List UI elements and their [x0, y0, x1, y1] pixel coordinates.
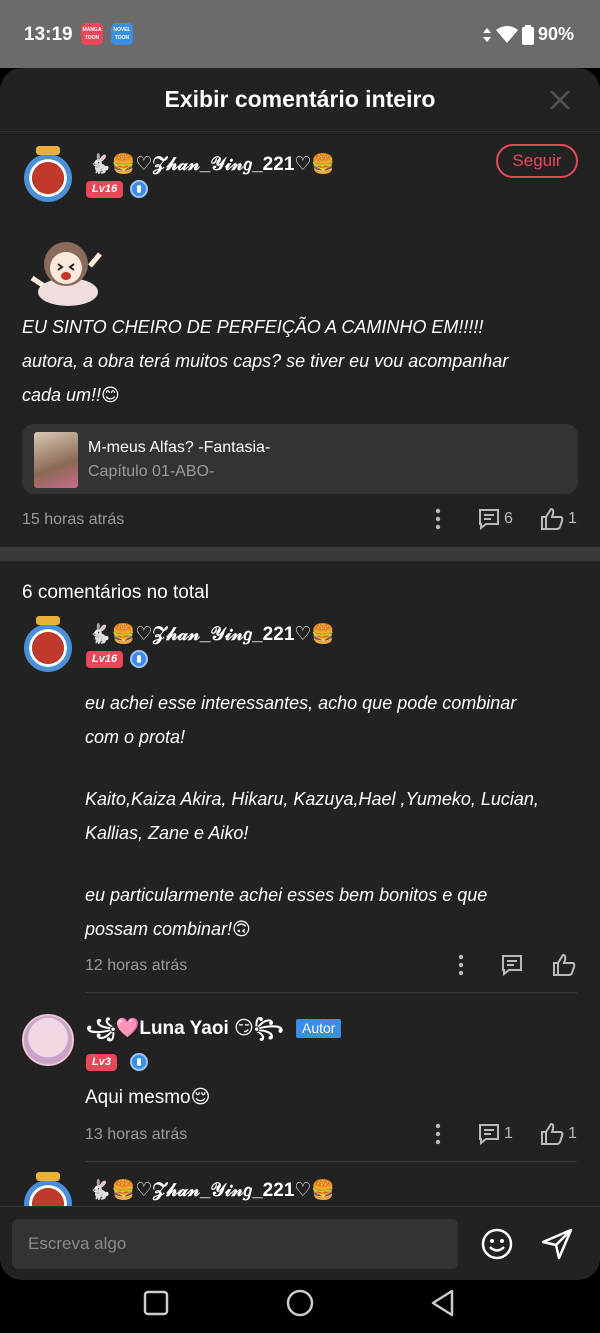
level-badge: Lv16 — [86, 651, 124, 668]
thumbs-up-icon — [541, 1123, 564, 1145]
like-button[interactable]: 1 — [540, 1123, 577, 1145]
reply-text-line: eu achei esse interessantes, acho que po… — [85, 693, 517, 713]
reply-count: 6 — [504, 510, 513, 527]
avatar[interactable] — [20, 146, 76, 206]
comment-icon[interactable] — [501, 954, 523, 976]
like-count: 1 — [568, 1125, 577, 1142]
more-options-icon[interactable] — [434, 1123, 442, 1145]
like-count: 1 — [568, 510, 577, 527]
book-chapter: Capítulo 01-ABO- — [88, 463, 215, 480]
section-divider — [0, 547, 600, 561]
reply-button[interactable]: 6 — [478, 508, 513, 530]
comment-sheet: Exibir comentário inteiro 🐇🍔♡𝒵𝒽𝒶𝓃_𝒴𝒾𝓃𝑔_2… — [0, 68, 600, 1280]
reply-timestamp: 13 horas atrás — [85, 1126, 188, 1143]
comment-input-bar — [0, 1206, 600, 1280]
sheet-header: Exibir comentário inteiro — [0, 68, 600, 132]
book-cover-image — [34, 432, 78, 488]
comment-icon — [479, 509, 499, 530]
more-options-icon[interactable] — [457, 954, 465, 976]
comment-text-line: cada um!!😊 — [22, 385, 120, 405]
thumbs-up-icon[interactable] — [552, 954, 576, 976]
reply-text-line: Kaito,Kaiza Akira, Hikaru, Kazuya,Hael ,… — [85, 789, 539, 809]
recents-icon[interactable] — [141, 1288, 171, 1318]
author-badge: Autor — [296, 1019, 342, 1038]
battery-icon — [521, 24, 534, 45]
back-icon[interactable] — [428, 1288, 458, 1318]
comments-total: 6 comentários no total — [22, 582, 209, 603]
divider — [85, 992, 577, 993]
reply-text-line: com o prota! — [85, 727, 186, 747]
thumbs-up-icon — [541, 508, 564, 530]
comment-timestamp: 15 horas atrás — [22, 511, 125, 528]
comment-icon — [479, 1124, 499, 1145]
reply-count: 1 — [504, 1125, 513, 1142]
username[interactable]: 🐇🍔♡𝒵𝒽𝒶𝓃_𝒴𝒾𝓃𝑔_221♡🍔 — [88, 152, 335, 176]
mangatoon-app-icon: MANGA TOON — [81, 23, 103, 45]
comment-input[interactable] — [12, 1219, 458, 1269]
follow-button[interactable]: Seguir — [496, 144, 578, 178]
level-badge: Lv16 — [86, 181, 124, 198]
avatar[interactable] — [22, 1014, 74, 1066]
system-nav-bar — [0, 1280, 600, 1333]
mic-badge-icon — [130, 180, 148, 198]
more-options-icon[interactable] — [434, 508, 442, 530]
emoji-icon[interactable] — [480, 1227, 514, 1261]
battery-percent: 90% — [537, 24, 574, 44]
book-card[interactable]: M-meus Alfas? -Fantasia- Capítulo 01-ABO… — [22, 424, 578, 494]
close-icon[interactable] — [548, 88, 572, 112]
username[interactable]: 🐇🍔♡𝒵𝒽𝒶𝓃_𝒴𝒾𝓃𝑔_221♡🍔 — [88, 1178, 335, 1202]
level-badge: Lv3 — [86, 1054, 117, 1071]
divider — [85, 1161, 577, 1162]
mic-badge-icon — [130, 650, 148, 668]
username[interactable]: 🐇🍔♡𝒵𝒽𝒶𝓃_𝒴𝒾𝓃𝑔_221♡🍔 — [88, 622, 335, 646]
sticker-image — [30, 242, 102, 306]
mic-badge-icon — [130, 1053, 148, 1071]
avatar[interactable] — [20, 616, 76, 676]
reply-timestamp: 12 horas atrás — [85, 957, 188, 974]
comment-text-line: EU SINTO CHEIRO DE PERFEIÇÃO A CAMINHO E… — [22, 317, 484, 337]
home-icon[interactable] — [285, 1288, 315, 1318]
status-indicators: 90% — [482, 24, 574, 45]
status-bar: 13:19 MANGA TOON NOVEL TOON 90% — [0, 0, 600, 68]
reply-text: Aqui mesmo😌 — [85, 1087, 211, 1108]
book-title: M-meus Alfas? -Fantasia- — [88, 439, 271, 456]
status-time: 13:19 — [24, 24, 73, 45]
reply-text-line: eu particularmente achei esses bem bonit… — [85, 885, 488, 905]
comment-text-line: autora, a obra terá muitos caps? se tive… — [22, 351, 509, 371]
reply-text-line: possam combinar!🙃 — [85, 919, 251, 939]
page-title: Exibir comentário inteiro — [164, 86, 436, 112]
data-arrows-icon — [482, 27, 491, 42]
like-button[interactable]: 1 — [540, 508, 577, 530]
reply-button[interactable]: 1 — [478, 1123, 513, 1145]
username[interactable]: ꧁🩷Luna Yaoi 😏꧂ — [86, 1014, 284, 1052]
wifi-icon — [495, 25, 518, 43]
send-icon[interactable] — [540, 1227, 574, 1261]
reply-text-line: Kallias, Zane e Aiko! — [85, 823, 249, 843]
noveltoon-app-icon: NOVEL TOON — [111, 23, 133, 45]
